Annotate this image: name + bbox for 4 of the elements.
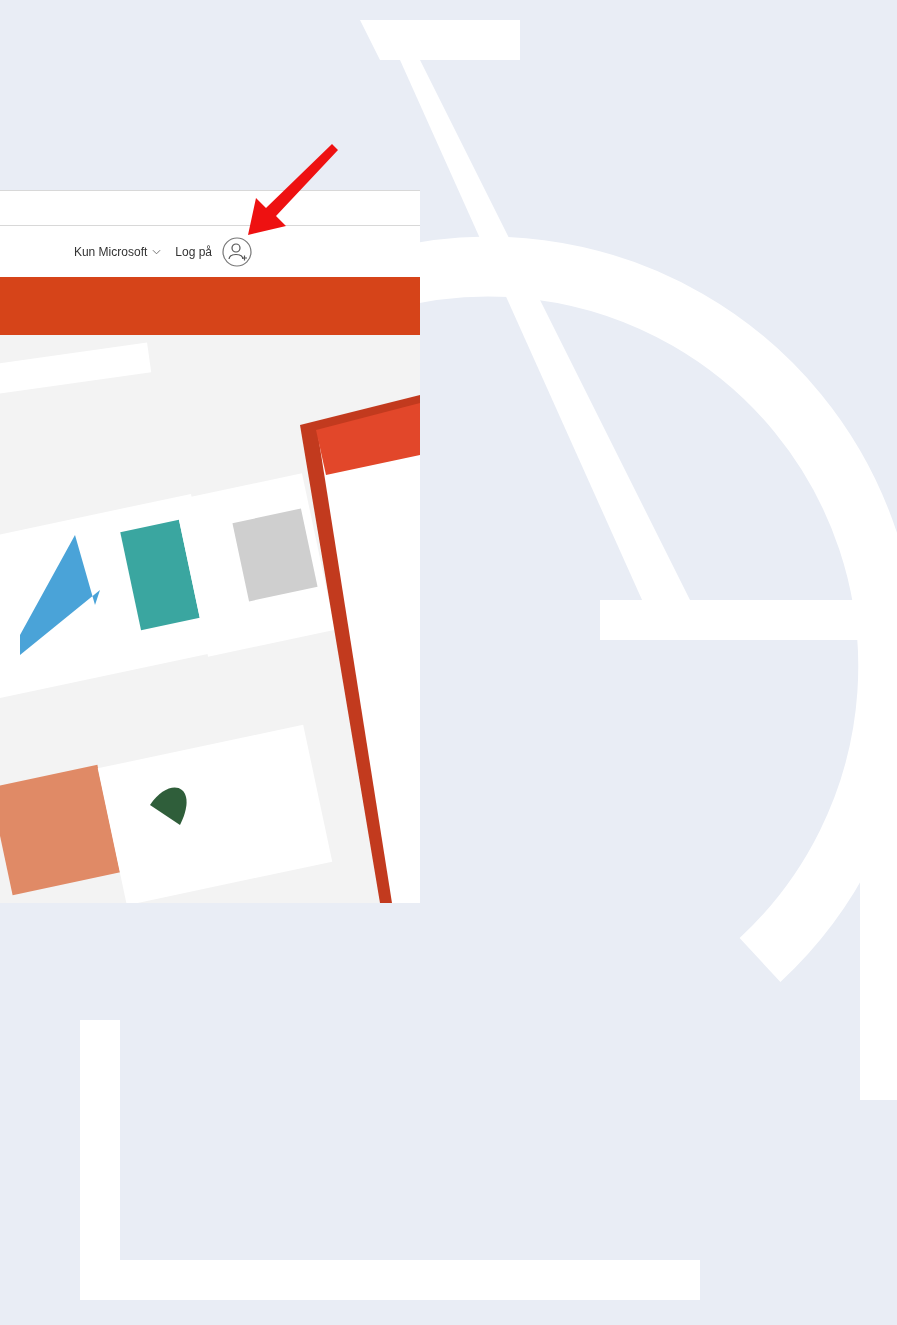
chevron-down-icon	[152, 248, 162, 255]
sign-in-link[interactable]: Log på	[175, 244, 212, 259]
menu-button[interactable]: Kun Microsoft	[73, 244, 162, 259]
user-add-icon[interactable]	[222, 236, 252, 267]
